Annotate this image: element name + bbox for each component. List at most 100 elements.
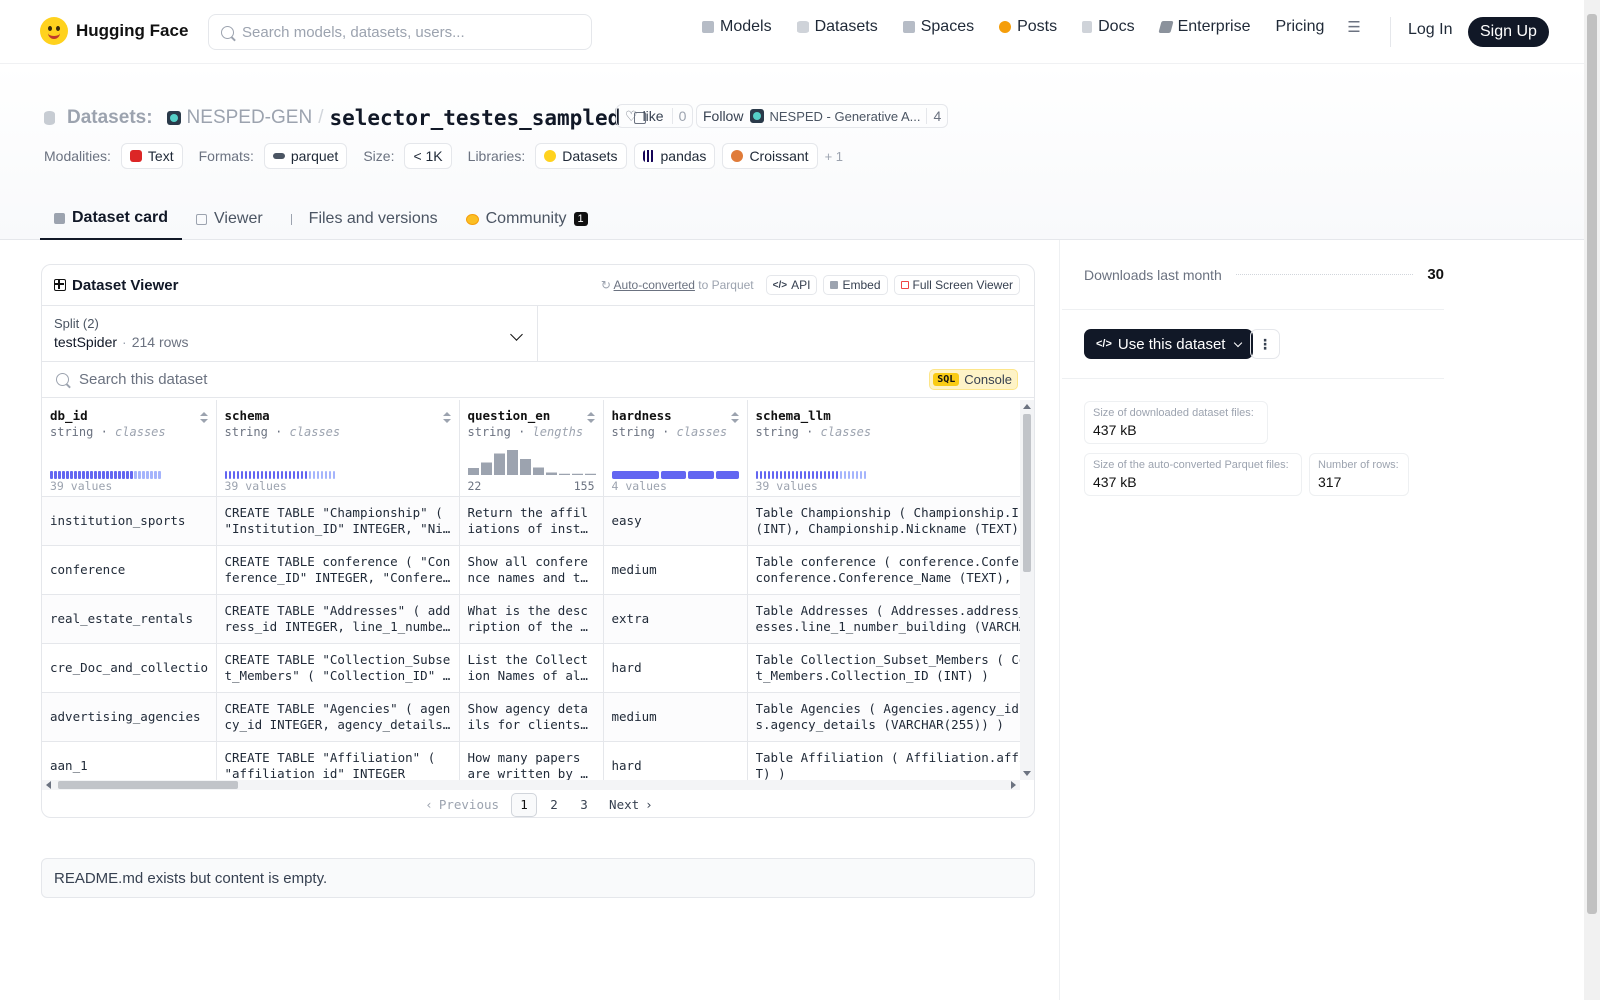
table-row[interactable]: institution_sports CREATE TABLE "Champio…	[42, 496, 1020, 546]
class-tick[interactable]	[106, 471, 109, 479]
data-table-scroll[interactable]: db_id string · classes 39 values schema …	[42, 400, 1020, 780]
class-tick[interactable]	[70, 471, 73, 479]
histogram-bar[interactable]	[506, 450, 518, 475]
class-tick[interactable]	[224, 471, 227, 479]
cell-schema[interactable]: CREATE TABLE conference ( "Conference_ID…	[216, 545, 460, 595]
class-tick[interactable]	[94, 471, 97, 479]
class-tick[interactable]	[260, 471, 263, 479]
cell-db-id[interactable]: advertising_agencies	[42, 692, 217, 742]
class-tick[interactable]	[815, 471, 818, 479]
section-label[interactable]: Datasets:	[67, 107, 153, 129]
class-distribution-bar[interactable]	[611, 471, 740, 479]
class-tick[interactable]	[142, 471, 145, 479]
class-tick[interactable]	[799, 471, 802, 479]
page-button-1[interactable]: 1	[511, 792, 538, 817]
class-tick[interactable]	[300, 471, 303, 479]
nav-enterprise[interactable]: Enterprise	[1157, 18, 1250, 36]
format-tag[interactable]: parquet	[263, 143, 348, 169]
dataset-owner-link[interactable]: NESPED-GEN	[187, 107, 313, 129]
library-tag-croissant[interactable]: Croissant	[722, 143, 818, 169]
class-tick[interactable]	[803, 471, 806, 479]
class-tick[interactable]	[847, 471, 850, 479]
column-header-question-en[interactable]: question_en string · lengths 22 155	[459, 400, 604, 497]
class-tick[interactable]	[102, 471, 105, 479]
class-tick[interactable]	[138, 471, 141, 479]
cell-question-en[interactable]: Show all conference names and the number…	[459, 545, 604, 595]
class-tick[interactable]	[232, 471, 235, 479]
class-tick[interactable]	[791, 471, 794, 479]
class-tick[interactable]	[795, 471, 798, 479]
column-header-schema[interactable]: schema string · classes 39 values	[216, 400, 460, 497]
library-tag-datasets[interactable]: Datasets	[535, 143, 627, 169]
class-tick[interactable]	[767, 471, 770, 479]
class-tick[interactable]	[78, 471, 81, 479]
class-segment[interactable]	[715, 471, 740, 479]
table-horizontal-scrollbar[interactable]	[42, 780, 1020, 790]
class-tick[interactable]	[90, 471, 93, 479]
cell-question-en[interactable]: How many papers are written by authors f…	[459, 741, 604, 780]
class-tick[interactable]	[779, 471, 782, 479]
table-row[interactable]: aan_1 CREATE TABLE "Affiliation" ( "affi…	[42, 741, 1020, 780]
previous-page-button[interactable]: ‹ Previous	[417, 793, 507, 817]
class-tick[interactable]	[855, 471, 858, 479]
modality-tag[interactable]: Text	[120, 143, 183, 169]
follow-button[interactable]: Follow NESPED - Generative A... 4	[696, 104, 949, 128]
histogram-bar[interactable]	[545, 472, 557, 476]
cell-hardness[interactable]: hard	[603, 643, 748, 693]
class-tick[interactable]	[150, 471, 153, 479]
column-header-hardness[interactable]: hardness string · classes 4 values	[603, 400, 748, 497]
cell-hardness[interactable]: easy	[603, 496, 748, 546]
class-tick[interactable]	[324, 471, 327, 479]
class-tick[interactable]	[863, 471, 866, 479]
page-button-3[interactable]: 3	[571, 793, 597, 817]
login-link[interactable]: Log In	[1408, 21, 1452, 39]
cell-schema-llm[interactable]: Table Agencies ( Agencies.agency_id (INT…	[747, 692, 1020, 742]
class-tick[interactable]	[130, 471, 133, 479]
class-tick[interactable]	[228, 471, 231, 479]
nav-posts[interactable]: Posts	[999, 18, 1057, 36]
full-screen-viewer-button[interactable]: Full Screen Viewer	[893, 275, 1020, 295]
sort-icon[interactable]	[199, 412, 208, 424]
size-tag[interactable]: < 1K	[404, 143, 452, 169]
class-tick[interactable]	[74, 471, 77, 479]
cell-schema-llm[interactable]: Table Addresses ( Addresses.address_id (…	[747, 594, 1020, 644]
cell-db-id[interactable]: aan_1	[42, 741, 217, 780]
class-tick[interactable]	[66, 471, 69, 479]
class-tick[interactable]	[252, 471, 255, 479]
nav-pricing[interactable]: Pricing	[1275, 18, 1324, 36]
cell-hardness[interactable]: medium	[603, 692, 748, 742]
column-header-schema-llm[interactable]: schema_llm string · classes 39 values	[747, 400, 1020, 497]
class-segment[interactable]	[660, 471, 687, 479]
class-tick[interactable]	[771, 471, 774, 479]
global-search-input[interactable]	[242, 23, 572, 41]
table-vertical-scrollbar[interactable]	[1020, 400, 1034, 780]
histogram-bar[interactable]	[480, 462, 492, 476]
class-tick[interactable]	[284, 471, 287, 479]
tab-viewer[interactable]: Viewer	[182, 198, 277, 240]
class-tick[interactable]	[328, 471, 331, 479]
class-distribution-bar[interactable]	[50, 471, 161, 479]
class-tick[interactable]	[787, 471, 790, 479]
class-tick[interactable]	[775, 471, 778, 479]
cell-question-en[interactable]: List the Collection Names of all collect…	[459, 643, 604, 693]
class-tick[interactable]	[332, 471, 335, 479]
scrollbar-thumb[interactable]	[1587, 14, 1597, 914]
scroll-right-arrow[interactable]	[1011, 781, 1016, 789]
class-tick[interactable]	[835, 471, 838, 479]
brand[interactable]: Hugging Face	[40, 17, 188, 45]
class-tick[interactable]	[843, 471, 846, 479]
class-tick[interactable]	[58, 471, 61, 479]
table-row[interactable]: advertising_agencies CREATE TABLE "Agenc…	[42, 692, 1020, 742]
histogram-bar[interactable]	[493, 453, 505, 476]
class-tick[interactable]	[82, 471, 85, 479]
table-row[interactable]: conference CREATE TABLE conference ( "Co…	[42, 545, 1020, 595]
cell-db-id[interactable]: cre_Doc_and_collections	[42, 643, 217, 693]
api-button[interactable]: </> API	[765, 275, 818, 295]
class-tick[interactable]	[134, 471, 137, 479]
class-tick[interactable]	[811, 471, 814, 479]
cell-db-id[interactable]: real_estate_rentals	[42, 594, 217, 644]
class-tick[interactable]	[86, 471, 89, 479]
class-tick[interactable]	[807, 471, 810, 479]
cell-hardness[interactable]: extra	[603, 594, 748, 644]
libraries-more[interactable]: + 1	[825, 149, 843, 164]
